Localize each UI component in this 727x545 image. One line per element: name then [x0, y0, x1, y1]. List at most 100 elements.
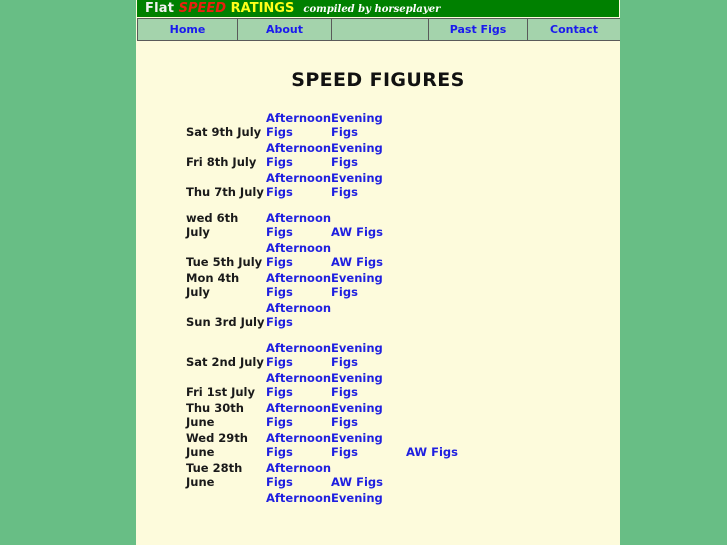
- aw-figs-cell: [406, 401, 496, 431]
- figures-row: Wed 29th June Afternoon Figs Evening Figs A…: [186, 431, 496, 461]
- evening-figs-link[interactable]: Evening Figs: [331, 401, 406, 429]
- spacer-cell: [186, 331, 266, 341]
- spacer-cell: [266, 201, 331, 211]
- afternoon-figs-link[interactable]: Afternoon Figs: [266, 211, 331, 239]
- evening-figs-cell[interactable]: Evening Figs: [331, 141, 406, 171]
- nav-cell-empty: [331, 18, 429, 41]
- nav-link-about[interactable]: About: [266, 23, 303, 36]
- masthead-word-flat: Flat: [145, 1, 175, 16]
- afternoon-figs-cell[interactable]: Afternoon: [266, 491, 331, 507]
- afternoon-figs-cell[interactable]: Afternoon Figs: [266, 401, 331, 431]
- nav-cell-about[interactable]: About: [237, 18, 332, 41]
- afternoon-figs-link[interactable]: Afternoon Figs: [266, 141, 331, 169]
- afternoon-figs-link[interactable]: Afternoon Figs: [266, 371, 331, 399]
- nav-cell-past-figs[interactable]: Past Figs: [428, 18, 528, 41]
- figures-row-date: Thu 30th June: [186, 401, 244, 429]
- nav-link-past-figs[interactable]: Past Figs: [450, 23, 507, 36]
- evening-figs-cell[interactable]: Evening Figs: [331, 431, 406, 461]
- afternoon-figs-cell[interactable]: Afternoon Figs: [266, 171, 331, 201]
- aw-figs-cell: [406, 341, 496, 371]
- figures-table: Sat 9th July Afternoon Figs Evening Figs Fr…: [186, 111, 496, 507]
- aw-figs-cell: [406, 211, 496, 241]
- figures-row-date: Mon 4th July: [186, 271, 240, 299]
- figures-row-date: Sat 2nd July: [186, 355, 264, 369]
- afternoon-figs-cell[interactable]: Afternoon Figs: [266, 241, 331, 271]
- evening-figs-link[interactable]: Evening Figs: [331, 271, 406, 299]
- aw-figs-cell: [406, 301, 496, 331]
- figures-row-date: Sat 9th July: [186, 125, 262, 139]
- page-title: SPEED FIGURES: [291, 69, 465, 91]
- masthead-word-speed: SPEED: [178, 1, 227, 16]
- evening-figs-cell[interactable]: Evening Figs: [331, 401, 406, 431]
- afternoon-figs-link[interactable]: Afternoon Figs: [266, 111, 331, 139]
- evening-figs-link[interactable]: AW Figs: [331, 475, 383, 489]
- evening-figs-link[interactable]: Evening Figs: [331, 171, 406, 199]
- spacer-cell: [266, 331, 331, 341]
- evening-figs-cell[interactable]: Evening: [331, 491, 406, 507]
- afternoon-figs-cell[interactable]: Afternoon Figs: [266, 371, 331, 401]
- figures-row-spacer: [186, 201, 496, 211]
- figures-row: Tue 28th June Afternoon Figs AW Figs: [186, 461, 496, 491]
- aw-figs-cell: [406, 371, 496, 401]
- figures-row: Fri 8th July Afternoon Figs Evening Figs: [186, 141, 496, 171]
- afternoon-figs-link[interactable]: Afternoon: [266, 491, 331, 505]
- evening-figs-cell[interactable]: AW Figs: [331, 241, 406, 271]
- evening-figs-cell[interactable]: Evening Figs: [331, 371, 406, 401]
- afternoon-figs-link[interactable]: Afternoon Figs: [266, 341, 331, 369]
- aw-figs-link[interactable]: AW Figs: [406, 445, 458, 459]
- evening-figs-link[interactable]: Evening Figs: [331, 341, 406, 369]
- evening-figs-link[interactable]: Evening: [331, 491, 383, 505]
- figures-row-date: wed 6th July: [186, 211, 239, 239]
- masthead-banner: Flat SPEED RATINGS compiled by horseplay…: [137, 0, 619, 17]
- figures-table-body: Sat 9th July Afternoon Figs Evening Figs Fr…: [186, 111, 496, 507]
- spacer-cell: [406, 331, 496, 341]
- afternoon-figs-link[interactable]: Afternoon Figs: [266, 171, 331, 199]
- aw-figs-cell: [406, 241, 496, 271]
- figures-row-date: Tue 5th July: [186, 255, 263, 269]
- evening-figs-link[interactable]: AW Figs: [331, 225, 383, 239]
- evening-figs-cell[interactable]: Evening Figs: [331, 171, 406, 201]
- afternoon-figs-link[interactable]: Afternoon Figs: [266, 271, 331, 299]
- afternoon-figs-cell[interactable]: Afternoon Figs: [266, 211, 331, 241]
- afternoon-figs-cell[interactable]: Afternoon Figs: [266, 341, 331, 371]
- nav-cell-contact[interactable]: Contact: [527, 18, 620, 41]
- nav-link-contact[interactable]: Contact: [550, 23, 598, 36]
- spacer-cell: [406, 201, 496, 211]
- evening-figs-cell[interactable]: AW Figs: [331, 211, 406, 241]
- afternoon-figs-cell[interactable]: Afternoon Figs: [266, 301, 331, 331]
- figures-row-date: Tue 28th June: [186, 461, 243, 489]
- figures-row: wed 6th July Afternoon Figs AW Figs: [186, 211, 496, 241]
- evening-figs-link[interactable]: Evening Figs: [331, 371, 406, 399]
- figures-row: Fri 1st July Afternoon Figs Evening Figs: [186, 371, 496, 401]
- nav-link-home[interactable]: Home: [170, 23, 206, 36]
- evening-figs-cell[interactable]: Evening Figs: [331, 341, 406, 371]
- evening-figs-cell[interactable]: Evening Figs: [331, 271, 406, 301]
- aw-figs-cell: [406, 111, 496, 141]
- evening-figs-link[interactable]: Evening Figs: [331, 141, 406, 169]
- nav-cell-home[interactable]: Home: [137, 18, 238, 41]
- masthead-subtitle: compiled by horseplayer: [303, 4, 441, 15]
- masthead-word-ratings: RATINGS: [230, 1, 295, 16]
- afternoon-figs-cell[interactable]: Afternoon Figs: [266, 111, 331, 141]
- figures-row: Mon 4th July Afternoon Figs Evening Figs: [186, 271, 496, 301]
- aw-figs-cell[interactable]: AW Figs: [406, 431, 496, 461]
- figures-row-date: Wed 29th June: [186, 431, 248, 459]
- afternoon-figs-cell[interactable]: Afternoon Figs: [266, 431, 331, 461]
- evening-figs-link[interactable]: Evening Figs: [331, 431, 406, 459]
- evening-figs-cell[interactable]: AW Figs: [331, 461, 406, 491]
- afternoon-figs-cell[interactable]: Afternoon Figs: [266, 461, 331, 491]
- afternoon-figs-link[interactable]: Afternoon Figs: [266, 431, 331, 459]
- figures-row-spacer: [186, 331, 496, 341]
- afternoon-figs-cell[interactable]: Afternoon Figs: [266, 141, 331, 171]
- afternoon-figs-link[interactable]: Afternoon Figs: [266, 241, 331, 269]
- afternoon-figs-link[interactable]: Afternoon Figs: [266, 401, 331, 429]
- spacer-cell: [331, 201, 406, 211]
- evening-figs-link[interactable]: Evening Figs: [331, 111, 406, 139]
- afternoon-figs-link[interactable]: Afternoon Figs: [266, 301, 331, 329]
- afternoon-figs-cell[interactable]: Afternoon Figs: [266, 271, 331, 301]
- figures-row-date: Sun 3rd July: [186, 315, 265, 329]
- evening-figs-link[interactable]: AW Figs: [331, 255, 383, 269]
- evening-figs-cell[interactable]: Evening Figs: [331, 111, 406, 141]
- afternoon-figs-link[interactable]: Afternoon Figs: [266, 461, 331, 489]
- page-root: Flat SPEED RATINGS compiled by horseplay…: [0, 0, 727, 545]
